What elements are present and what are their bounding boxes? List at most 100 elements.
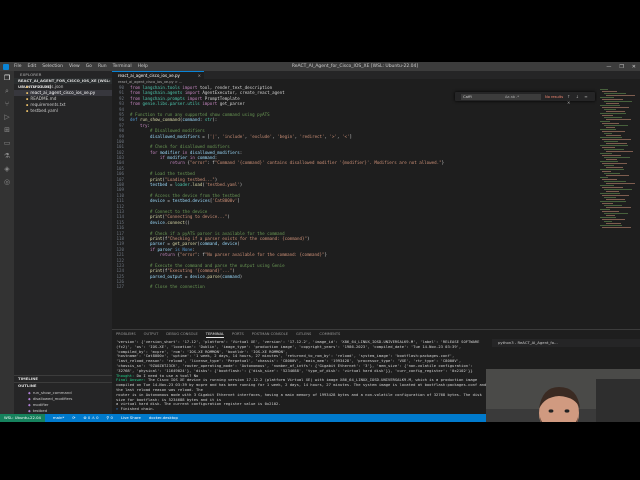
menu-help[interactable]: Help	[138, 64, 148, 69]
menu-run[interactable]: Run	[98, 64, 107, 69]
terminal-instance[interactable]: python3 - ReACT_AI_Agent_fo...	[492, 339, 640, 347]
menu-file[interactable]: File	[14, 64, 22, 69]
menu-terminal[interactable]: Terminal	[113, 64, 132, 69]
minimap-line	[602, 203, 613, 204]
timeline-section[interactable]: TIMELINE	[14, 375, 112, 381]
code-token: print	[149, 268, 163, 274]
menu-go[interactable]: Go	[86, 64, 92, 69]
panel-tab-output[interactable]: OUTPUT	[144, 330, 159, 338]
remote-indicator[interactable]: WSL: Ubuntu-22.04	[0, 414, 45, 422]
testing-icon[interactable]: ⚗	[3, 152, 11, 160]
file-icon: ▪	[26, 109, 29, 113]
minimap-line	[606, 207, 631, 208]
docker-icon[interactable]: ◈	[3, 165, 11, 173]
menu-bar: File Edit Selection View Go Run Terminal Help	[14, 64, 148, 69]
panel-tab-debug-console[interactable]: DEBUG CONSOLE	[166, 330, 197, 338]
ports-indicator[interactable]: ⚲ 0	[107, 414, 113, 422]
minimap-line	[602, 139, 631, 140]
live-share-button[interactable]: Live Share	[121, 414, 141, 422]
problems-indicator[interactable]: ⊗ 0 ⚠ 0	[83, 414, 98, 422]
terminal-text: Finished chain.	[120, 406, 155, 412]
minimap-line	[606, 199, 625, 200]
run-debug-icon[interactable]: ▷	[3, 113, 11, 121]
panel-tab-problems[interactable]: PROBLEMS	[116, 330, 136, 338]
extensions-icon[interactable]: ⊞	[3, 126, 11, 134]
minimap-line	[600, 185, 614, 186]
code-editor[interactable]: 90 from langchain.tools import tool, rend…	[112, 85, 597, 329]
code-token: # Check for disallowed modifiers	[149, 144, 230, 150]
minimap-line	[604, 149, 624, 150]
code-token: ()	[184, 219, 190, 225]
letterbox-bottom	[0, 422, 640, 480]
code-token: # Execute the command and parse the outp…	[149, 262, 285, 268]
code-token: def	[130, 117, 140, 123]
code-token: :	[192, 246, 195, 252]
tab-react-ai-agent[interactable]: react_ai_agent_cisco_ios_xe.py ×	[112, 71, 204, 79]
minimap-line	[606, 143, 627, 144]
code-token: "error"	[189, 160, 208, 166]
minimap-line	[602, 195, 629, 196]
code-token: testbed	[149, 182, 168, 188]
find-options[interactable]: Aa ab .*	[505, 94, 519, 100]
code-token: command	[197, 155, 215, 161]
terminal-output[interactable]: 'version': {'version_short': '17.12', 'p…	[116, 340, 491, 412]
branch-indicator[interactable]: main*	[53, 414, 64, 422]
code-token: modifier	[159, 149, 183, 155]
remote-explorer-icon[interactable]: ▭	[3, 139, 11, 147]
minimap-line	[604, 189, 632, 190]
code-token: )	[214, 176, 218, 182]
code-token: parser	[157, 246, 175, 252]
minimap-line	[604, 205, 622, 206]
terminal-line: 'hostname': 'Cat8000v', 'uptime': '1 wee…	[116, 353, 491, 373]
minimap-line	[604, 213, 628, 214]
code-token: )	[227, 214, 230, 220]
panel-tab-terminal[interactable]: TERMINAL	[205, 330, 225, 338]
panel-tab-ports[interactable]: PORTS	[232, 330, 244, 338]
minimap-line	[600, 129, 616, 130]
close-tab-icon[interactable]: ×	[198, 72, 201, 79]
minimap[interactable]	[597, 85, 640, 329]
panel-tab-comments[interactable]: COMMENTS	[319, 330, 340, 338]
files-icon[interactable]: ❐	[3, 74, 11, 82]
code-token: 'testbed.yaml'	[204, 182, 240, 188]
code-token: "Connecting to device..."	[164, 214, 228, 220]
outline-section[interactable]: OUTLINE	[14, 382, 112, 388]
code-token: from	[130, 90, 143, 96]
editor-tabs: react_ai_agent_cisco_ios_xe.py ×	[112, 71, 640, 79]
find-input[interactable]: Caffi	[461, 93, 541, 100]
menu-view[interactable]: View	[69, 64, 80, 69]
file-name: testbed.yaml	[30, 108, 58, 113]
copilot-icon[interactable]: ◎	[3, 178, 11, 186]
panel-tab-gitlens[interactable]: GITLENS	[296, 330, 311, 338]
minimap-line	[606, 191, 619, 192]
code-token: import	[187, 95, 205, 101]
search-icon[interactable]: ⌕	[3, 87, 11, 95]
minimap-line	[602, 123, 619, 124]
minimap-line	[604, 117, 622, 118]
menu-edit[interactable]: Edit	[28, 64, 37, 69]
minimap-line	[600, 145, 628, 146]
minimap-line	[600, 113, 626, 114]
source-control-icon[interactable]: ⑂	[3, 100, 11, 108]
code-token: import	[182, 85, 200, 90]
maximize-button[interactable]: ❐	[619, 64, 623, 70]
code-token: "error"	[179, 252, 198, 258]
find-nav-buttons[interactable]: ↑ ↓ ≡ ✕	[567, 94, 595, 106]
code-token: '<'	[342, 133, 350, 139]
panel-tab-postman-console[interactable]: POSTMAN CONSOLE	[252, 330, 288, 338]
file-item[interactable]: ▪ testbed.yaml	[14, 108, 112, 114]
minimap-line	[600, 201, 626, 202]
minimap-line	[602, 131, 625, 132]
minimize-button[interactable]: —	[606, 64, 611, 70]
menu-selection[interactable]: Selection	[42, 64, 63, 69]
code-token: # Close the connection	[149, 284, 205, 290]
docker-context[interactable]: docker-desktop	[149, 414, 178, 422]
close-button[interactable]: ✕	[632, 64, 636, 70]
sync-icon[interactable]: ⟳	[72, 414, 75, 422]
find-widget: Caffi Aa ab .* No results ↑ ↓ ≡ ✕	[455, 92, 595, 105]
minimap-line	[600, 89, 608, 90]
